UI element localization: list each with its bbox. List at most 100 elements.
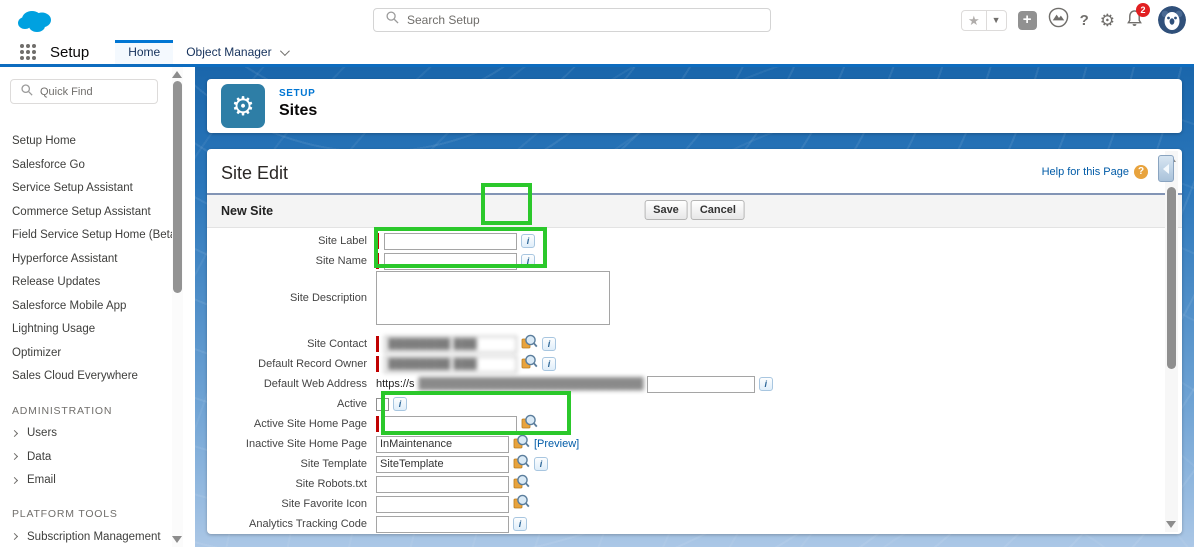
default-web-address-masked: █████████████████████████████████ <box>419 378 643 390</box>
site-contact-input[interactable] <box>384 336 517 353</box>
sidebar-item-optimizer[interactable]: Optimizer <box>0 342 195 366</box>
site-template-info-icon[interactable]: i <box>534 457 548 471</box>
site-edit-title: Site Edit <box>221 163 288 184</box>
sidebar-item-setup-home[interactable]: Setup Home <box>0 130 195 154</box>
inactive-site-home-page-preview-link[interactable]: [Preview] <box>534 438 579 450</box>
inactive-site-home-page-lookup-icon[interactable] <box>513 434 530 454</box>
site-favorite-icon-input[interactable] <box>376 496 509 513</box>
header-actions: ★ ▼ + ? ⚙ 2 <box>961 0 1186 40</box>
site-label-info-icon[interactable]: i <box>521 234 535 248</box>
site-description-textarea[interactable] <box>376 271 610 325</box>
site-contact-info-icon[interactable]: i <box>542 337 556 351</box>
sidebar-item-service-setup-assistant[interactable]: Service Setup Assistant <box>0 177 195 201</box>
setup-sidebar: Setup HomeSalesforce GoService Setup Ass… <box>0 67 195 547</box>
site-template-input[interactable] <box>376 456 509 473</box>
analytics-tracking-code-info-icon[interactable]: i <box>513 517 527 531</box>
sidebar-nav-list: Setup HomeSalesforce GoService Setup Ass… <box>0 130 195 549</box>
global-actions-icon[interactable]: + <box>1018 11 1037 30</box>
active-checkbox[interactable] <box>376 398 389 411</box>
site-contact-lookup-icon[interactable] <box>521 334 538 354</box>
field-label-site-description: Site Description <box>207 292 376 305</box>
help-icon[interactable]: ? <box>1080 12 1089 29</box>
sidebar-item-salesforce-mobile-app[interactable]: Salesforce Mobile App <box>0 295 195 319</box>
quick-find-search-icon <box>21 83 33 101</box>
search-icon <box>386 11 399 29</box>
notifications-bell[interactable]: 2 <box>1126 9 1143 32</box>
default-web-address-suffix-input[interactable] <box>647 376 755 393</box>
site-label-input[interactable] <box>384 233 517 250</box>
user-avatar[interactable] <box>1158 6 1186 34</box>
required-indicator <box>376 356 379 372</box>
guidance-center-icon[interactable] <box>1048 7 1069 33</box>
field-label-site-name: Site Name <box>207 255 376 268</box>
sidebar-item-email[interactable]: Email <box>0 469 195 493</box>
active-site-home-page-input[interactable] <box>384 416 517 433</box>
favorites-control[interactable]: ★ ▼ <box>961 10 1007 31</box>
sidebar-section-platform-tools: PLATFORM TOOLS <box>0 503 195 525</box>
global-search[interactable] <box>373 8 771 32</box>
new-site-section-bar: New Site Save Cancel <box>207 195 1182 228</box>
default-record-owner-input[interactable] <box>384 356 517 373</box>
sidebar-item-release-updates[interactable]: Release Updates <box>0 271 195 295</box>
tab-home[interactable]: Home <box>115 40 173 64</box>
form-row-site-description: Site Description <box>207 271 1162 325</box>
required-indicator <box>376 253 379 269</box>
form-row-inactive-site-home-page: Inactive Site Home Page[Preview] <box>207 434 1162 454</box>
default-web-address-info-icon[interactable]: i <box>759 377 773 391</box>
sidebar-item-data[interactable]: Data <box>0 445 195 469</box>
form-row-default-web-address: Default Web Addresshttps://s████████████… <box>207 374 1162 394</box>
site-name-info-icon[interactable]: i <box>521 254 535 268</box>
active-site-home-page-lookup-icon[interactable] <box>521 414 538 434</box>
site-name-input[interactable] <box>384 253 517 270</box>
sidebar-scroll-down-icon[interactable] <box>172 536 182 543</box>
sidebar-item-salesforce-go[interactable]: Salesforce Go <box>0 154 195 178</box>
sidebar-item-hyperforce-assistant[interactable]: Hyperforce Assistant <box>0 248 195 272</box>
form-row-default-record-owner: Default Record Owneri <box>207 354 1162 374</box>
content-scrollbar-thumb[interactable] <box>1167 187 1176 369</box>
sidebar-item-commerce-setup-assistant[interactable]: Commerce Setup Assistant <box>0 201 195 225</box>
quick-find-input[interactable] <box>40 86 140 98</box>
sidebar-scrollbar-thumb[interactable] <box>173 81 182 293</box>
chevron-right-icon <box>11 533 18 540</box>
favorites-dropdown-icon[interactable]: ▼ <box>987 11 1006 30</box>
default-record-owner-info-icon[interactable]: i <box>542 357 556 371</box>
quick-find-box[interactable] <box>10 79 158 104</box>
default-record-owner-lookup-icon[interactable] <box>521 354 538 374</box>
field-label-active-site-home-page: Active Site Home Page <box>207 418 376 431</box>
favorite-star-icon[interactable]: ★ <box>962 11 987 30</box>
sidebar-section-administration: ADMINISTRATION <box>0 400 195 422</box>
tab-object-manager[interactable]: Object Manager <box>173 40 299 64</box>
sidebar-item-label: Data <box>27 451 51 463</box>
salesforce-setup-window: ★ ▼ + ? ⚙ 2 <box>0 0 1194 550</box>
active-info-icon[interactable]: i <box>393 397 407 411</box>
collapse-panel-button[interactable] <box>1158 155 1174 182</box>
app-launcher-icon[interactable] <box>20 44 36 60</box>
save-button[interactable]: Save <box>644 200 688 220</box>
analytics-tracking-code-input[interactable] <box>376 516 509 533</box>
site-robots-txt-input[interactable] <box>376 476 509 493</box>
site-favorite-icon-lookup-icon[interactable] <box>513 494 530 514</box>
form-row-analytics-tracking-code: Analytics Tracking Codei <box>207 514 1162 534</box>
form-row-active: Activei <box>207 394 1162 414</box>
help-for-this-page-link[interactable]: Help for this Page ? <box>1042 165 1148 179</box>
search-setup-input[interactable] <box>407 13 770 27</box>
cancel-button[interactable]: Cancel <box>691 200 745 220</box>
chevron-right-icon <box>11 430 18 437</box>
page-eyebrow: SETUP <box>279 88 315 99</box>
setup-gear-icon[interactable]: ⚙ <box>1100 12 1115 29</box>
field-label-site-favorite-icon: Site Favorite Icon <box>207 498 376 511</box>
sidebar-item-users[interactable]: Users <box>0 422 195 446</box>
inactive-site-home-page-input[interactable] <box>376 436 509 453</box>
sidebar-item-field-service-setup-home-beta[interactable]: Field Service Setup Home (Beta) <box>0 224 195 248</box>
site-robots-txt-lookup-icon[interactable] <box>513 474 530 494</box>
sidebar-item-lightning-usage[interactable]: Lightning Usage <box>0 318 195 342</box>
site-template-lookup-icon[interactable] <box>513 454 530 474</box>
site-edit-card: Site Edit Help for this Page ? New Site … <box>207 149 1182 534</box>
global-header: ★ ▼ + ? ⚙ 2 <box>0 0 1194 40</box>
sidebar-scroll-up-icon[interactable] <box>172 71 182 78</box>
sidebar-item-sales-cloud-everywhere[interactable]: Sales Cloud Everywhere <box>0 365 195 389</box>
help-page-icon[interactable]: ? <box>1134 165 1148 179</box>
site-edit-form: Site LabeliSite NameiSite DescriptionSit… <box>207 231 1162 534</box>
sidebar-item-subscription-management[interactable]: Subscription Management <box>0 525 195 549</box>
content-scroll-down-icon[interactable] <box>1166 521 1176 528</box>
